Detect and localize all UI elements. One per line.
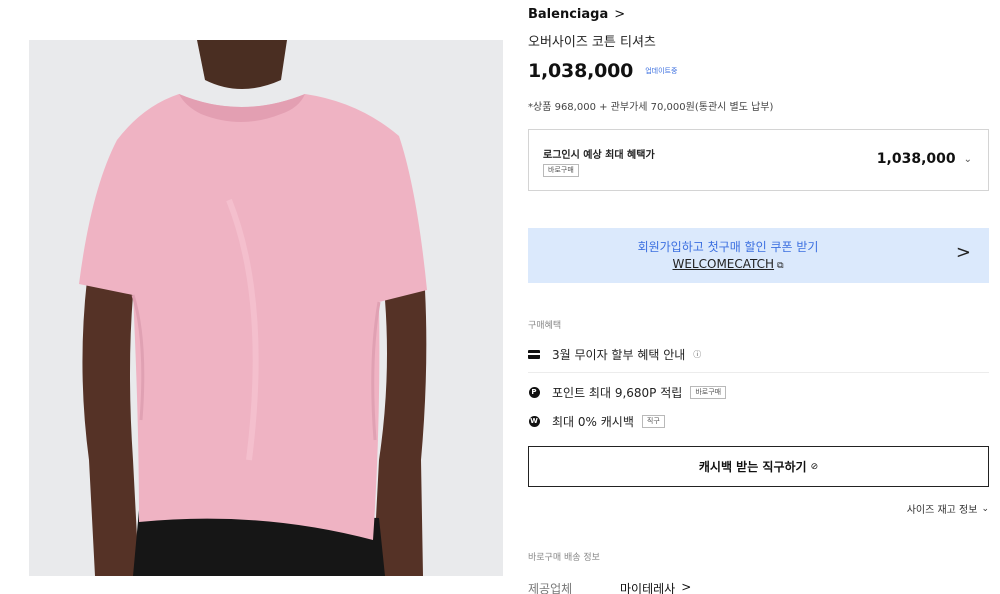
brand-name: Balenciaga [528,7,609,22]
copy-icon[interactable]: ⧉ [777,261,783,271]
cashback-icon: W [528,416,540,427]
product-price: 1,038,000 [528,60,634,82]
installment-text: 3월 무이자 할부 혜택 안내 [552,348,686,362]
point-benefit-row: P 포인트 최대 9,680P 적립 바로구매 [528,384,727,401]
divider [528,372,989,373]
benefit-label: 로그인시 예상 최대 혜택가 [543,150,655,161]
direct-buy-tag: 바로구매 [543,164,579,177]
point-text: 포인트 최대 9,680P 적립 [552,386,683,400]
shipping-info-heading: 바로구매 배송 정보 [528,553,600,563]
direct-buy-tag: 바로구매 [690,386,727,399]
installment-benefit-row[interactable]: 3월 무이자 할부 혜택 안내 ⓘ [528,346,701,363]
signup-coupon-banner[interactable]: 회원가입하고 첫구매 할인 쿠폰 받기 WELCOMECATCH ⧉ > [528,228,989,283]
chevron-down-icon: ⌄ [981,503,989,514]
supplier-row: 제공업체 마이테레사 > [528,580,691,594]
product-image[interactable] [29,40,503,576]
cashback-benefit-row: W 최대 0% 캐시백 직구 [528,413,665,430]
price-row: 1,038,000 업데이트중 [528,60,677,82]
credit-card-icon [528,349,540,361]
coupon-code[interactable]: WELCOMECATCH [672,257,774,271]
purchase-benefits-heading: 구매혜택 [528,321,562,331]
point-icon: P [528,387,540,399]
coupon-title: 회원가입하고 첫구매 할인 쿠폰 받기 [637,240,819,254]
cashback-text: 최대 0% 캐시백 [552,415,634,429]
price-status: 업데이트중 [645,67,678,75]
price-breakdown: *상품 968,000 + 관부가세 70,000원(통관시 별도 납부) [528,102,774,113]
supplier-link[interactable]: 마이테레사 > [620,580,691,594]
max-benefit-price-box: 로그인시 예상 최대 혜택가 바로구매 1,038,000 ⌄ [528,129,989,191]
buy-button-label: 캐시백 받는 직구하기 [698,460,807,474]
supplier-value: 마이테레사 [620,582,676,594]
model-neck [197,40,287,89]
overseas-buy-tag: 직구 [641,415,665,428]
chevron-right-icon: > [955,242,971,263]
brand-link[interactable]: Balenciaga > [528,7,625,22]
chevron-down-icon: ⌄ [963,153,972,165]
coupon-code-row[interactable]: WELCOMECATCH ⧉ [528,257,928,271]
product-photo-illustration [29,40,503,576]
benefit-price: 1,038,000 [876,151,956,167]
size-stock-label: 사이즈 재고 정보 [906,505,978,516]
chevron-right-icon: > [614,7,626,22]
product-title: 오버사이즈 코튼 티셔츠 [528,35,656,50]
external-link-icon: ⊘ [810,461,819,472]
benefit-price-toggle[interactable]: 1,038,000 ⌄ [877,151,972,167]
info-icon[interactable]: ⓘ [693,349,701,360]
chevron-right-icon: > [681,580,692,594]
supplier-key: 제공업체 [528,582,573,594]
size-stock-info-link[interactable]: 사이즈 재고 정보 ⌄ [906,501,989,517]
cashback-direct-buy-button[interactable]: 캐시백 받는 직구하기 ⊘ [528,446,989,487]
